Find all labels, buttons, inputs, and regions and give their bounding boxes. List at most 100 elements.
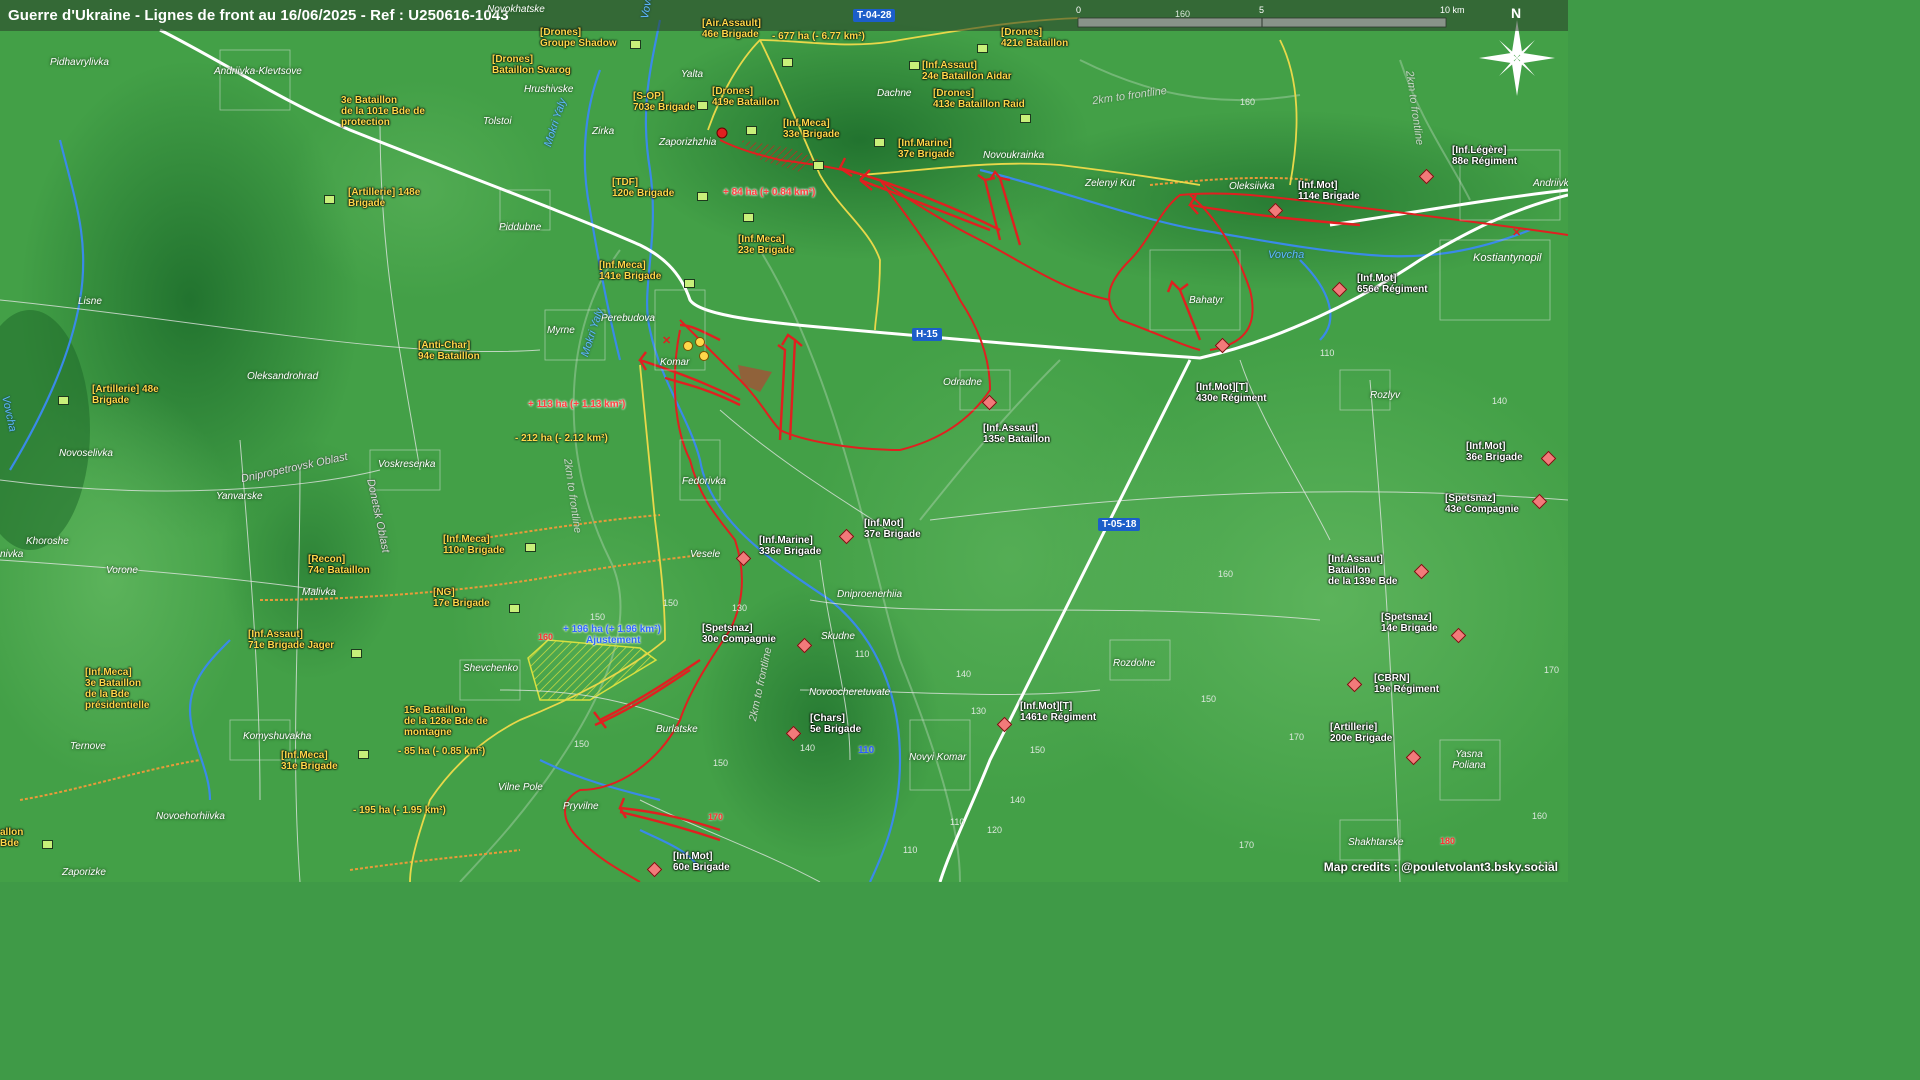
ua-unit-symbol[interactable] xyxy=(909,61,920,70)
elevation-9: 140 xyxy=(956,669,972,679)
ru-unit-label: [Inf.Mot] 60e Brigade xyxy=(673,851,730,873)
ua-unit-symbol[interactable] xyxy=(58,396,69,405)
ua-unit-symbol[interactable] xyxy=(813,161,824,170)
place-dniproenerhiia: Dniproenerhiia xyxy=(837,589,903,600)
elevation-1: 160 xyxy=(1175,9,1191,19)
ru-unit-label: [Artillerie] 200e Brigade xyxy=(1330,722,1393,744)
place-pryvilne: Pryvilne xyxy=(563,801,599,812)
place-novoukrainka: Novoukrainka xyxy=(983,150,1045,161)
ru-unit-label: [Chars] 5e Brigade xyxy=(810,713,862,735)
change-label-4: - 212 ha (- 2.12 km²) xyxy=(515,433,608,444)
ua-unit-label: [Inf.Meca] 141e Brigade xyxy=(599,260,662,282)
elevation-8: 150 xyxy=(663,598,679,608)
ru-unit-label: [Inf.Assaut] 135e Bataillon xyxy=(983,423,1051,445)
ua-unit-symbol[interactable] xyxy=(630,40,641,49)
river-vovcha-east: Vovcha xyxy=(1268,249,1305,261)
ua-unit-label: [Inf.Assaut] 71e Brigade Jager xyxy=(248,629,335,651)
elevation-18: 150 xyxy=(1201,694,1217,704)
ru-unit-label: [Inf.Mot][T] 430e Régiment xyxy=(1196,382,1267,404)
ua-unit-symbol[interactable] xyxy=(977,44,988,53)
place-zirka: Zirka xyxy=(592,126,615,137)
place-vorone: Vorone xyxy=(106,565,138,576)
ua-unit-label: [Inf.Meca] 33e Brigade xyxy=(783,118,840,140)
ua-unit-label: [Inf.Meca] 110e Brigade xyxy=(443,534,505,556)
elevation-7: 150 xyxy=(590,612,606,622)
place-yalta: Yalta xyxy=(681,69,704,80)
place-voskresenka: Voskresenka xyxy=(378,459,436,470)
ua-unit-label: [Air.Assault] 46e Brigade xyxy=(702,18,761,40)
place-pidhavrylivka: Pidhavrylivka xyxy=(50,57,109,68)
ua-unit-symbol[interactable] xyxy=(509,604,520,613)
ua-unit-symbol[interactable] xyxy=(743,213,754,222)
elevation-20: 170 xyxy=(1239,840,1255,850)
place-rozdolne: Rozdolne xyxy=(1113,658,1156,669)
place-vilne-pole: Vilne Pole xyxy=(498,782,543,793)
ua-unit-symbol[interactable] xyxy=(746,126,757,135)
place-bahatyr: Bahatyr xyxy=(1189,295,1224,306)
ua-unit-symbol[interactable] xyxy=(324,195,335,204)
ru-unit-label: [Inf.Marine] 336e Brigade xyxy=(759,535,822,557)
place-vesele: Vesele xyxy=(690,549,721,560)
ua-unit-symbol[interactable] xyxy=(351,649,362,658)
ru-unit-label: [Inf.Assaut] Bataillon de la 139e Bde xyxy=(1328,554,1398,587)
place-shakhtarske: Shakhtarske xyxy=(1348,837,1404,848)
map-view[interactable]: { "title": "Guerre d'Ukraine - Lignes de… xyxy=(0,0,1568,882)
ua-unit-symbol[interactable] xyxy=(358,750,369,759)
ua-unit-label: [Inf.Meca] 23e Brigade xyxy=(738,234,795,256)
road-shield-110: 110 xyxy=(858,745,875,756)
place-oleksiivka: Oleksiivka xyxy=(1229,181,1275,192)
ua-unit-symbol[interactable] xyxy=(697,192,708,201)
scale-label-10km: 10 km xyxy=(1440,5,1465,15)
elevation-24: 150 xyxy=(1030,745,1046,755)
elevation-14: 130 xyxy=(732,603,748,613)
ua-unit-label: [Recon] 74e Bataillon xyxy=(308,554,370,576)
scale-label-0: 0 xyxy=(1076,5,1082,15)
ua-unit-symbol[interactable] xyxy=(1020,114,1031,123)
place-malivka: Malivka xyxy=(302,587,336,598)
place-komyshuvakha: Komyshuvakha xyxy=(243,731,312,742)
elevation-4: 140 xyxy=(1492,396,1508,406)
place-nivka-partial: nivka xyxy=(0,549,24,560)
ua-unit-label: 3e Bataillon de la 101e Bde de protection xyxy=(341,95,425,128)
place-zaporizhzhia: Zaporizhzhia xyxy=(659,137,717,148)
elevation-17: 120 xyxy=(987,825,1003,835)
change-label-5: + 196 ha (+ 1.96 km²) xyxy=(563,624,661,635)
ua-unit-symbol[interactable] xyxy=(697,101,708,110)
ua-unit-label: [Inf.Meca] 3e Bataillon de la Bde président… xyxy=(85,667,150,711)
ua-unit-label: [Inf.Meca] 31e Brigade xyxy=(281,750,338,772)
place-odradne: Odradne xyxy=(943,377,982,388)
svg-text:✕: ✕ xyxy=(1512,227,1521,239)
place-burlatske: Burlatske xyxy=(656,724,698,735)
ru-unit-label: [Inf.Mot] 37e Brigade xyxy=(864,518,921,540)
road-shield-h15: H-15 xyxy=(912,328,942,341)
svg-text:✕: ✕ xyxy=(662,335,671,347)
change-label-2: + 84 ha (+ 0.84 km²) xyxy=(723,187,816,198)
place-komar: Komar xyxy=(660,357,690,368)
ua-unit-symbol[interactable] xyxy=(874,138,885,147)
scale-label-5: 5 xyxy=(1259,5,1265,15)
compass-north-label: N xyxy=(1511,5,1522,21)
change-label-7: - 195 ha (- 1.95 km²) xyxy=(353,805,446,816)
elevation-16: 110 xyxy=(950,817,965,827)
place-khoroshe: Khoroshe xyxy=(26,536,69,547)
elevation-6: 170 xyxy=(1544,665,1560,675)
ua-unit-label: [Drones] Bataillon Svarog xyxy=(492,54,571,76)
elevation-5: 160 xyxy=(1218,569,1234,579)
ru-unit-label: [Spetsnaz] 43e Compagnie xyxy=(1445,493,1519,515)
ru-unit-label: [Inf.Mot] 656e Régiment xyxy=(1357,273,1428,295)
place-ternove: Ternove xyxy=(70,741,106,752)
ua-unit-label: [Inf.Assaut] 24e Bataillon Aidar xyxy=(922,60,1012,82)
ru-unit-label: [CBRN] 19e Régiment xyxy=(1374,673,1440,695)
elevation-21: 160 xyxy=(1532,811,1548,821)
map-credits: Map credits : @pouletvolant3.bsky.social xyxy=(1323,860,1558,874)
place-shevchenko: Shevchenko xyxy=(463,663,519,674)
elevation-red-3: 180 xyxy=(1440,836,1456,846)
ua-unit-symbol[interactable] xyxy=(42,840,53,849)
ua-unit-label: [Anti-Char] 94e Bataillon xyxy=(418,340,480,362)
ua-unit-label: [S-OP] 703e Brigade xyxy=(633,91,696,113)
ua-unit-symbol[interactable] xyxy=(782,58,793,67)
ua-unit-symbol[interactable] xyxy=(525,543,536,552)
ua-unit-symbol[interactable] xyxy=(684,279,695,288)
ua-unit-label: [NG] 17e Brigade xyxy=(433,587,490,609)
road-shield-t0518: T-05-18 xyxy=(1098,518,1141,531)
